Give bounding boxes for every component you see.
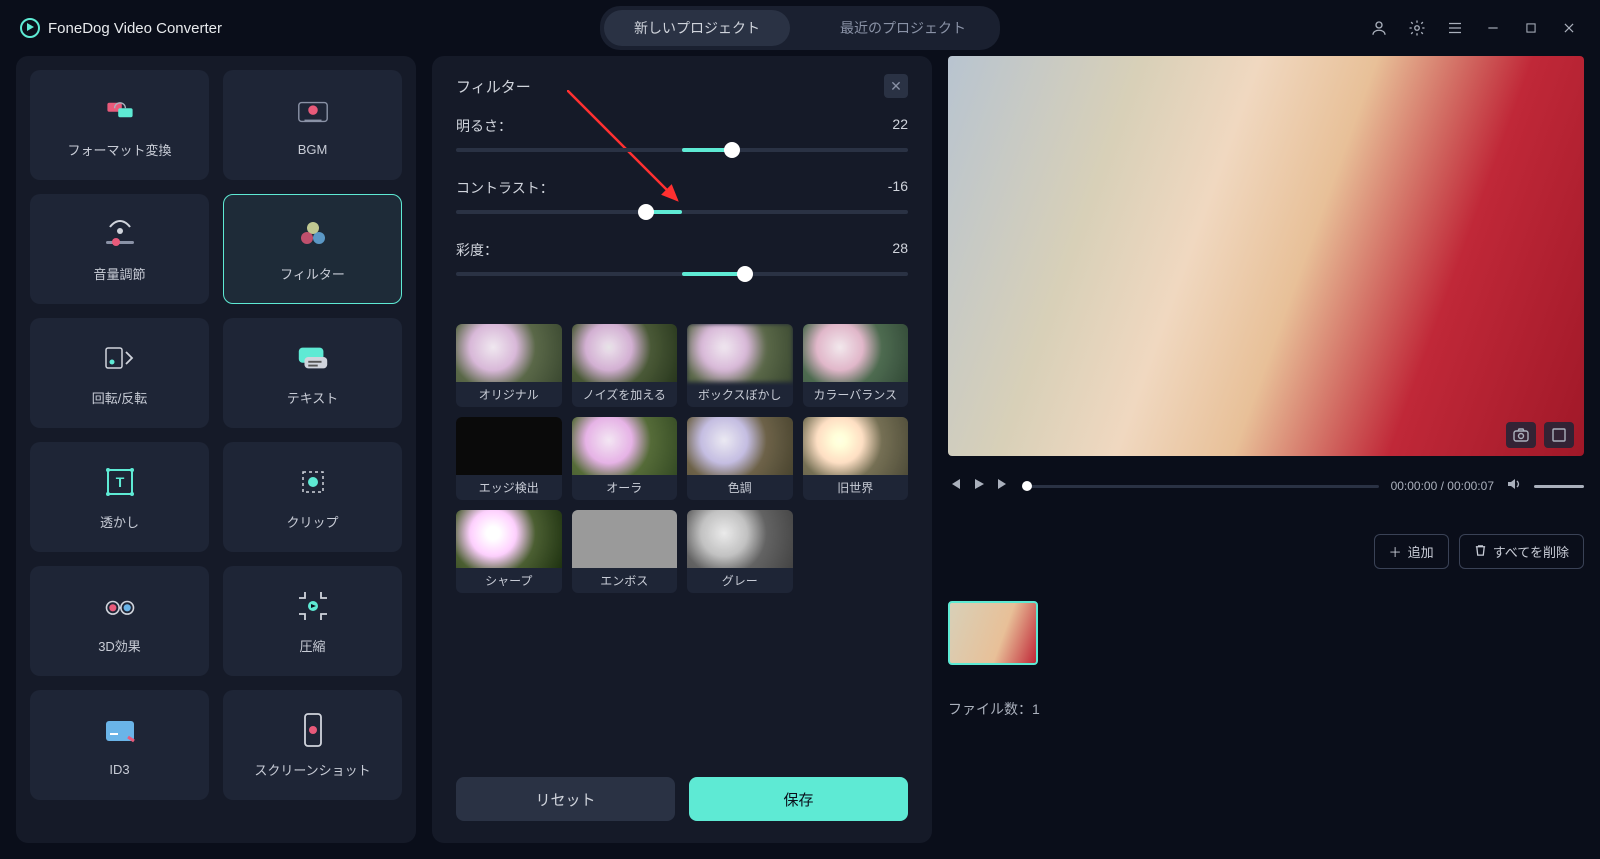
rotate-icon xyxy=(102,340,138,376)
clip-thumbnail[interactable] xyxy=(948,601,1038,665)
trash-icon xyxy=(1474,544,1487,560)
plus-icon: ＋ xyxy=(1389,542,1402,561)
preset-sharp[interactable]: シャープ xyxy=(456,510,562,593)
convert-icon xyxy=(102,92,138,128)
tool-label: BGM xyxy=(298,142,328,157)
tool-watermark[interactable]: T 透かし xyxy=(30,442,209,552)
tool-clip[interactable]: クリップ xyxy=(223,442,402,552)
delete-all-button[interactable]: すべてを削除 xyxy=(1459,534,1584,569)
tool-label: 透かし xyxy=(100,512,139,531)
reset-button[interactable]: リセット xyxy=(456,777,675,821)
contrast-slider[interactable]: コントラスト： -16 xyxy=(456,178,908,214)
window-close-icon[interactable] xyxy=(1558,17,1580,39)
account-icon[interactable] xyxy=(1368,17,1390,39)
slider-label: 明るさ： xyxy=(456,116,512,136)
preset-original[interactable]: オリジナル xyxy=(456,324,562,407)
app-title: FoneDog Video Converter xyxy=(48,20,222,37)
preset-noise[interactable]: ノイズを加える xyxy=(572,324,678,407)
slider-label: コントラスト： xyxy=(456,178,554,198)
saturation-slider[interactable]: 彩度： 28 xyxy=(456,240,908,276)
app-logo: FoneDog Video Converter xyxy=(20,18,222,38)
save-button[interactable]: 保存 xyxy=(689,777,908,821)
filter-icon xyxy=(295,216,331,252)
tab-recent-projects[interactable]: 最近のプロジェクト xyxy=(810,10,996,46)
tool-label: 音量調節 xyxy=(93,264,145,283)
preset-box-blur[interactable]: ボックスぼかし xyxy=(687,324,793,407)
tool-bgm[interactable]: BGM xyxy=(223,70,402,180)
bgm-icon xyxy=(295,94,331,130)
volume-icon[interactable] xyxy=(1506,477,1522,496)
compress-icon xyxy=(295,588,331,624)
settings-icon[interactable] xyxy=(1406,17,1428,39)
time-display: 00:00:00 / 00:00:07 xyxy=(1391,479,1494,493)
menu-icon[interactable] xyxy=(1444,17,1466,39)
tool-volume[interactable]: 音量調節 xyxy=(30,194,209,304)
tool-label: 3D効果 xyxy=(98,636,141,655)
tab-new-project[interactable]: 新しいプロジェクト xyxy=(604,10,790,46)
tool-label: 圧縮 xyxy=(299,636,325,655)
tool-compress[interactable]: 圧縮 xyxy=(223,566,402,676)
preview-frame xyxy=(948,56,1584,456)
volume-icon xyxy=(102,216,138,252)
next-button[interactable] xyxy=(996,477,1010,496)
tool-sidebar[interactable]: フォーマット変換 BGM 音量調節 フィルター 回転/反転 テキスト xyxy=(16,56,416,843)
slider-value: -16 xyxy=(888,178,908,198)
filter-presets: オリジナル ノイズを加える ボックスぼかし カラーバランス エッジ検出 オーラ … xyxy=(456,324,908,593)
preset-edge[interactable]: エッジ検出 xyxy=(456,417,562,500)
watermark-icon: T xyxy=(102,464,138,500)
tool-format-convert[interactable]: フォーマット変換 xyxy=(30,70,209,180)
video-preview xyxy=(948,56,1584,456)
preset-gray[interactable]: グレー xyxy=(687,510,793,593)
preset-hue[interactable]: 色調 xyxy=(687,417,793,500)
screenshot-icon xyxy=(295,712,331,748)
preset-aura[interactable]: オーラ xyxy=(572,417,678,500)
tool-label: フィルター xyxy=(280,264,345,283)
tool-screenshot[interactable]: スクリーンショット xyxy=(223,690,402,800)
svg-text:T: T xyxy=(115,474,124,490)
tool-label: ID3 xyxy=(109,762,129,777)
file-count: ファイル数：1 xyxy=(948,699,1584,719)
tool-text[interactable]: テキスト xyxy=(223,318,402,428)
slider-value: 28 xyxy=(892,240,908,260)
brightness-slider[interactable]: 明るさ： 22 xyxy=(456,116,908,152)
id3-icon xyxy=(102,714,138,750)
add-clip-button[interactable]: ＋追加 xyxy=(1374,534,1449,569)
close-panel-button[interactable]: ✕ xyxy=(884,74,908,98)
tool-3d[interactable]: 3D効果 xyxy=(30,566,209,676)
tool-label: テキスト xyxy=(287,388,339,407)
preset-emboss[interactable]: エンボス xyxy=(572,510,678,593)
slider-value: 22 xyxy=(892,116,908,136)
prev-button[interactable] xyxy=(948,477,962,496)
logo-play-icon xyxy=(20,18,40,38)
glasses-3d-icon xyxy=(102,588,138,624)
preset-color-balance[interactable]: カラーバランス xyxy=(803,324,909,407)
tool-id3[interactable]: ID3 xyxy=(30,690,209,800)
text-icon xyxy=(295,340,331,376)
window-maximize-icon[interactable] xyxy=(1520,17,1542,39)
play-button[interactable] xyxy=(972,477,986,496)
tool-label: クリップ xyxy=(286,512,338,531)
filter-panel: フィルター ✕ 明るさ： 22 コントラスト： -16 彩度： 28 オリジナル ノイ… xyxy=(432,56,932,843)
playback-bar: 00:00:00 / 00:00:07 xyxy=(948,470,1584,502)
tool-filter[interactable]: フィルター xyxy=(223,194,402,304)
preset-old-world[interactable]: 旧世界 xyxy=(803,417,909,500)
tool-label: フォーマット変換 xyxy=(67,140,171,159)
tool-rotate[interactable]: 回転/反転 xyxy=(30,318,209,428)
volume-slider[interactable] xyxy=(1534,485,1584,488)
window-minimize-icon[interactable] xyxy=(1482,17,1504,39)
tool-label: スクリーンショット xyxy=(254,760,370,779)
slider-label: 彩度： xyxy=(456,240,498,260)
progress-bar[interactable] xyxy=(1022,485,1379,488)
snapshot-button[interactable] xyxy=(1506,422,1536,448)
tool-label: 回転/反転 xyxy=(92,388,148,407)
clip-icon xyxy=(295,464,331,500)
panel-title: フィルター xyxy=(456,76,531,97)
fullscreen-button[interactable] xyxy=(1544,422,1574,448)
